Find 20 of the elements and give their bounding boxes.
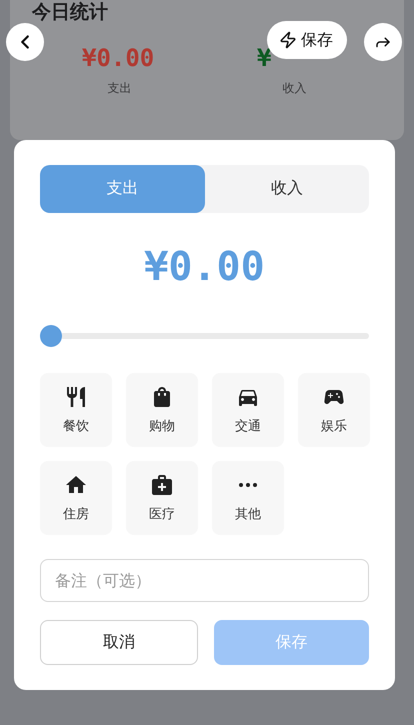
card-title: 今日统计	[32, 0, 109, 24]
lightning-icon	[279, 31, 297, 49]
category-button[interactable]: 购物	[126, 372, 198, 447]
slider-thumb[interactable]	[40, 324, 62, 347]
category-button[interactable]: 餐饮	[40, 372, 112, 447]
category-button[interactable]: 交通	[212, 372, 284, 447]
tab[interactable]: 收入	[204, 165, 369, 213]
fork-knife-icon	[64, 384, 88, 409]
category-button[interactable]: 住房	[40, 460, 112, 535]
medical-kit-icon	[150, 472, 174, 497]
amount: ¥0.00	[143, 242, 266, 292]
more-icon	[239, 482, 257, 487]
stat-label: 支出	[108, 80, 132, 97]
category-button[interactable]: 其他	[212, 460, 284, 535]
category-button[interactable]: 娱乐	[298, 372, 370, 447]
category-button[interactable]: 医疗	[126, 460, 198, 535]
cancel-button[interactable]: 取消	[40, 620, 198, 665]
stat-amount: ¥0.00	[82, 44, 154, 72]
stat-label: 收入	[282, 80, 306, 97]
note-field[interactable]: 备注（可选）	[40, 558, 369, 602]
